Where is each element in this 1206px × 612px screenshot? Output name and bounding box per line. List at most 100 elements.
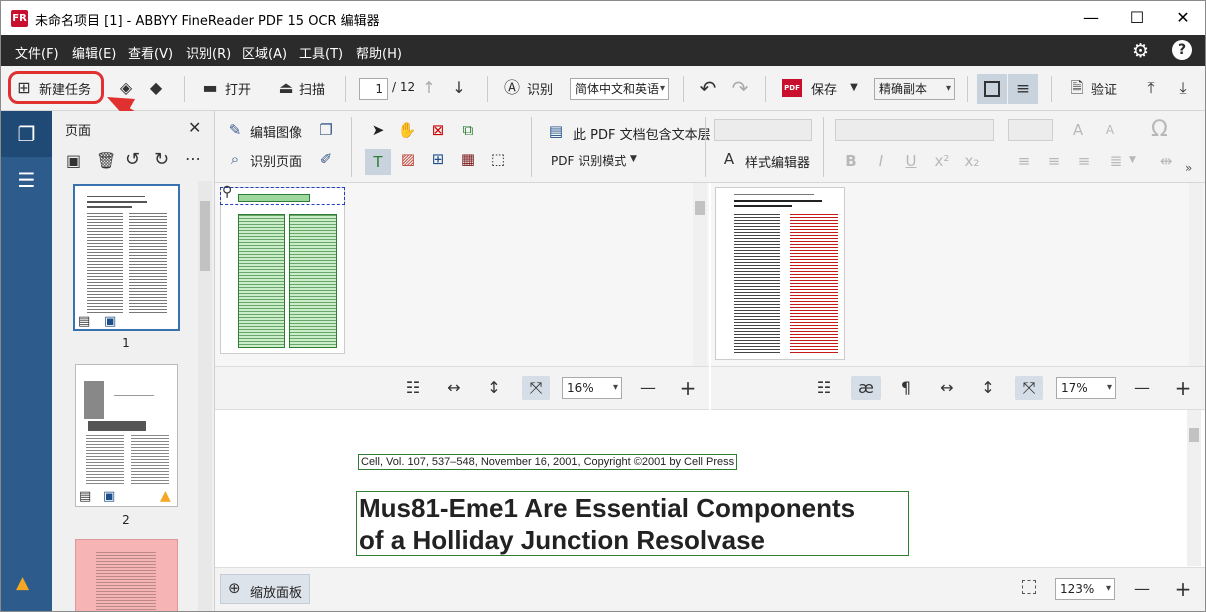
zoom-out-icon[interactable]: — [1130,577,1154,601]
area-properties-icon[interactable]: ⧉ [457,120,479,140]
omega-symbol-icon[interactable]: Ω [1151,117,1168,142]
chevron-down-icon: ▾ [612,382,618,393]
ligature-ae-icon[interactable]: æ [851,376,881,400]
text-area-tool-icon[interactable]: T [365,149,391,175]
underline-icon[interactable]: U [900,151,922,171]
justify-icon[interactable]: ≣ [1105,151,1127,171]
zoom-pane-bottombar: ⊕ 缩放面板 123% ▾ — + [215,567,1205,611]
style-select[interactable] [714,119,812,141]
recognize-page-button[interactable]: 识别页面 [250,151,302,170]
save-disk-icon[interactable]: ▣ [66,151,81,170]
zoom-panel-label: 缩放面板 [250,586,303,601]
outline-list-icon[interactable]: ☰ [1,157,52,203]
background-picture-tool-icon[interactable]: ▦ [457,149,479,169]
style-editor-icon: A [723,150,735,168]
citation-text-area[interactable]: Cell, Vol. 107, 537–548, November 16, 20… [358,454,738,470]
style-editor-button[interactable]: 样式编辑器 [745,152,810,171]
close-panel-icon[interactable]: ✕ [188,118,201,137]
align-left-icon[interactable]: ≡ [1013,151,1035,171]
pilcrow-icon[interactable]: ¶ [894,376,918,400]
zoom-in-icon[interactable]: + [1171,376,1195,400]
fit-width-icon[interactable]: ↔ [935,376,959,400]
superscript-icon[interactable]: x² [931,151,953,171]
select-pointer-icon[interactable]: ➤ [367,120,389,140]
image-pane: ⚲ [215,183,709,366]
fit-page-icon[interactable]: ⤧ [522,376,550,400]
pdf-text-layer-label[interactable]: 此 PDF 文档包含文本层 [573,124,711,143]
doc-edit-icon[interactable]: ✐ [315,149,337,169]
text-area-right-column[interactable] [289,214,337,348]
text-pane-scrollbar[interactable] [1189,183,1203,366]
barcode-area-tool-icon[interactable]: ⬚ [487,149,509,169]
rotate-left-icon[interactable]: ↺ [125,149,140,170]
trash-icon[interactable]: 🗑 [96,151,116,170]
page-thumbnail-1[interactable]: ▤ ▣ [73,184,180,331]
text-page-icon: ▤ [78,314,91,329]
page-number-label: 2 [122,513,130,527]
page-thumbnail-3[interactable] [75,539,178,611]
image-zoom-value: 16% [567,381,594,395]
pdf-text-layer-icon: ▤ [548,122,564,140]
indent-icon[interactable]: ⇹ [1155,151,1177,171]
magnifier-icon: ⚲ [222,184,233,200]
font-family-select[interactable] [835,119,994,141]
recognized-text-preview[interactable] [715,187,845,360]
warning-icon: ▲ [160,488,171,504]
delete-area-icon[interactable]: ⊠ [427,120,449,140]
zoom-magnifier-icon: ⊕ [228,579,241,597]
zoom-out-icon[interactable]: — [1130,376,1154,400]
pdf-mode-dropdown[interactable]: PDF 识别模式 [551,152,626,169]
zoom-panel-button[interactable]: ⊕ 缩放面板 [220,574,310,604]
warning-icon[interactable]: ▲ [16,573,29,593]
text-zoom-value: 17% [1061,381,1088,395]
edit-image-button[interactable]: 编辑图像 [250,122,302,141]
text-page-icon: ▤ [79,489,92,504]
align-center-icon[interactable]: ≡ [1043,151,1065,171]
fit-page-icon[interactable]: ⤧ [1015,376,1043,400]
image-pane-scrollbar[interactable] [693,183,707,366]
doc-scan-icon[interactable]: ❐ [315,120,337,140]
title-line-2: of a Holliday Junction Resolvase [359,525,765,555]
left-sidebar: ❐ ☰ ▲ [1,111,52,611]
fit-height-icon[interactable]: ↕ [976,376,1000,400]
zoom-pane-scrollbar[interactable] [1187,410,1201,566]
decrease-font-icon[interactable]: A [1099,120,1121,140]
subscript-icon[interactable]: x₂ [961,151,983,171]
zoom-in-icon[interactable]: + [676,376,700,400]
text-area-left-column[interactable] [238,214,285,348]
zoom-out-icon[interactable]: — [636,376,660,400]
pdf-mode-caret-icon[interactable]: ▼ [630,154,637,164]
zoom-pane-zoom-select[interactable]: 123% ▾ [1055,578,1115,600]
pages-tab-icon[interactable]: ❐ [1,111,52,157]
align-right-icon[interactable]: ≡ [1073,151,1095,171]
ribbon-separator [351,117,352,177]
fit-height-icon[interactable]: ↕ [482,376,506,400]
image-zoom-select[interactable]: 16% ▾ [562,377,622,399]
increase-font-icon[interactable]: A [1067,120,1089,140]
text-pane [711,183,1205,366]
zoom-in-icon[interactable]: + [1171,577,1195,601]
hand-pan-icon[interactable]: ✋ [396,120,418,140]
list-view-icon[interactable]: ☷ [812,376,836,400]
picture-area-tool-icon[interactable]: ▨ [397,149,419,169]
fit-width-icon[interactable]: ↔ [442,376,466,400]
italic-icon[interactable]: I [870,151,892,171]
justify-caret-icon[interactable]: ▼ [1129,155,1136,165]
fit-selection-icon[interactable] [1022,580,1036,594]
table-area-tool-icon[interactable]: ⊞ [427,149,449,169]
text-pane-zoombar: ☷ æ ¶ ↔ ↕ ⤧ 17% ▾ — + [711,366,1205,410]
title-text-area[interactable]: Mus81-Eme1 Are Essential Components of a… [356,491,909,556]
ribbon-more-icon[interactable]: » [1185,161,1192,175]
rotate-right-icon[interactable]: ↻ [154,149,169,170]
list-view-icon[interactable]: ☷ [401,376,425,400]
text-zoom-select[interactable]: 17% ▾ [1056,377,1116,399]
title-area-box[interactable] [238,194,310,202]
edit-image-icon: ✎ [228,121,242,139]
page-image-preview[interactable]: ⚲ [220,184,345,354]
pages-scrollbar[interactable] [198,181,212,611]
page-thumbnail-2[interactable]: ▤ ▣ ▲ [75,364,178,507]
more-options-icon[interactable]: ⋯ [185,149,201,168]
ribbon-separator [531,117,532,177]
bold-icon[interactable]: B [840,151,862,171]
font-size-select[interactable] [1008,119,1053,141]
